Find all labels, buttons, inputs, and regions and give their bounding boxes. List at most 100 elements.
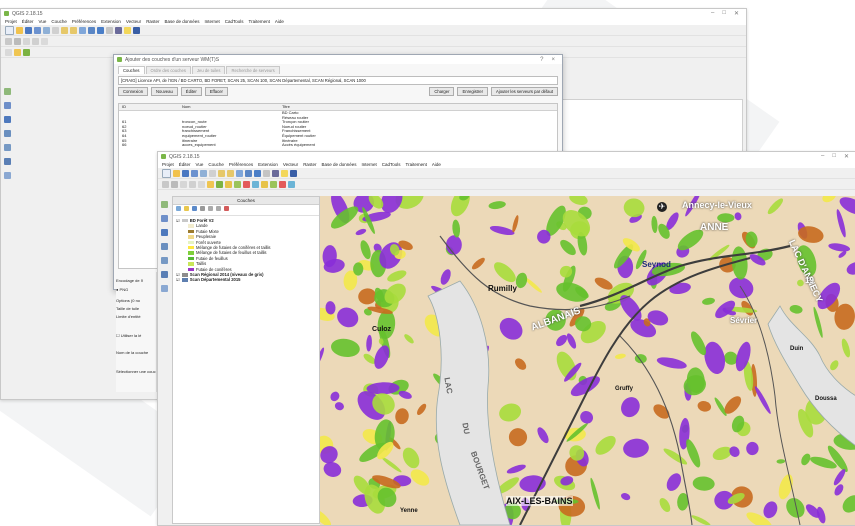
zoom-out-icon[interactable] bbox=[227, 169, 234, 177]
eye-icon[interactable] bbox=[192, 206, 197, 211]
label-tool-icon[interactable] bbox=[216, 180, 223, 188]
menu-preferences[interactable]: Préférences bbox=[229, 162, 253, 167]
add-vector-layer-icon[interactable] bbox=[3, 88, 11, 95]
menu-traitement[interactable]: Traitement bbox=[406, 162, 427, 167]
menu-aide[interactable]: Aide bbox=[275, 19, 284, 24]
zoom-full-icon[interactable] bbox=[236, 169, 243, 177]
add-postgis-icon[interactable] bbox=[160, 229, 168, 236]
open-project-icon[interactable] bbox=[16, 26, 23, 34]
tab-recherche-serveurs[interactable]: Recherche de serveurs bbox=[226, 66, 280, 74]
menu-projet[interactable]: Projet bbox=[162, 162, 174, 167]
cad-tool-icon[interactable] bbox=[243, 180, 250, 188]
new-button[interactable]: Nouveau bbox=[151, 87, 178, 96]
zoom-out-icon[interactable] bbox=[70, 26, 77, 34]
edit-save-icon[interactable] bbox=[171, 180, 178, 188]
label-icon[interactable] bbox=[14, 48, 21, 56]
delete-selected-icon[interactable] bbox=[41, 37, 48, 45]
table-row[interactable]: 66 acces_equipement Accès équipement bbox=[119, 143, 557, 148]
add-feature-icon[interactable] bbox=[23, 37, 30, 45]
menu-couche[interactable]: Couche bbox=[208, 162, 224, 167]
add-feature-icon[interactable] bbox=[180, 180, 187, 188]
edit-button[interactable]: Éditer bbox=[180, 87, 202, 96]
add-wfs-icon[interactable] bbox=[3, 172, 11, 179]
menu-base-de-donnees[interactable]: Base de données bbox=[321, 162, 356, 167]
cad-tool-icon[interactable] bbox=[252, 180, 259, 188]
menu-raster[interactable]: Raster bbox=[303, 162, 316, 167]
digitize-icon[interactable] bbox=[198, 180, 205, 188]
cad-tool-icon[interactable] bbox=[261, 180, 268, 188]
zoom-in-icon[interactable] bbox=[61, 26, 68, 34]
collapse-icon[interactable] bbox=[216, 206, 221, 211]
cad-tool-icon[interactable] bbox=[225, 180, 232, 188]
save-project-icon[interactable] bbox=[182, 169, 189, 177]
print-composer-icon[interactable] bbox=[43, 26, 50, 34]
add-wms-icon[interactable] bbox=[3, 158, 11, 165]
menu-editer[interactable]: Éditer bbox=[22, 19, 34, 24]
measure-icon[interactable] bbox=[106, 26, 113, 34]
open-project-icon[interactable] bbox=[173, 169, 180, 177]
help-book-icon[interactable] bbox=[290, 169, 297, 177]
menu-base-de-donnees[interactable]: Base de données bbox=[164, 19, 199, 24]
menu-aide[interactable]: Aide bbox=[432, 162, 441, 167]
dialog-close-button[interactable]: × bbox=[551, 57, 555, 63]
menu-vue[interactable]: Vue bbox=[39, 19, 47, 24]
save-as-icon[interactable] bbox=[191, 169, 198, 177]
add-raster-layer-icon[interactable] bbox=[160, 215, 168, 222]
menu-cadtools[interactable]: CadTools bbox=[382, 162, 401, 167]
add-postgis-icon[interactable] bbox=[3, 116, 11, 123]
print-composer-icon[interactable] bbox=[200, 169, 207, 177]
add-raster-layer-icon[interactable] bbox=[3, 102, 11, 109]
add-mssql-icon[interactable] bbox=[3, 144, 11, 151]
label-icon[interactable] bbox=[207, 180, 214, 188]
pan-icon[interactable] bbox=[209, 169, 216, 177]
remove-layer-icon[interactable] bbox=[224, 206, 229, 211]
menu-internet[interactable]: Internet bbox=[204, 19, 219, 24]
menu-editer[interactable]: Éditer bbox=[179, 162, 191, 167]
style-icon[interactable] bbox=[176, 206, 181, 211]
add-group-icon[interactable] bbox=[184, 206, 189, 211]
edit-save-icon[interactable] bbox=[14, 37, 21, 45]
layer-visibility-checkbox[interactable]: ☑ bbox=[176, 277, 180, 282]
cad-tool-icon[interactable] bbox=[279, 180, 286, 188]
save-as-icon[interactable] bbox=[34, 26, 41, 34]
edit-pencil-icon[interactable] bbox=[162, 180, 169, 188]
close-icon[interactable]: ✕ bbox=[734, 10, 739, 17]
save-project-icon[interactable] bbox=[25, 26, 32, 34]
add-wms-icon[interactable] bbox=[160, 271, 168, 278]
refresh-icon[interactable] bbox=[245, 169, 252, 177]
help-book-icon[interactable] bbox=[133, 26, 140, 34]
menu-preferences[interactable]: Préférences bbox=[72, 19, 96, 24]
cad-tool-icon[interactable] bbox=[270, 180, 277, 188]
menu-extension[interactable]: Extension bbox=[101, 19, 121, 24]
add-wfs-icon[interactable] bbox=[160, 285, 168, 292]
sum-icon[interactable] bbox=[272, 169, 279, 177]
col-nom[interactable]: Nom bbox=[182, 104, 282, 110]
layer-row[interactable]: ☑ Scan Départemental 2015 bbox=[176, 277, 316, 282]
edit-pencil-icon[interactable] bbox=[5, 37, 12, 45]
add-spatialite-icon[interactable] bbox=[160, 243, 168, 250]
zoom-full-icon[interactable] bbox=[79, 26, 86, 34]
help-button[interactable]: ? bbox=[540, 57, 543, 63]
connect-button[interactable]: Connexion bbox=[118, 87, 149, 96]
menu-cadtools[interactable]: CadTools bbox=[225, 19, 244, 24]
col-id[interactable]: ID bbox=[119, 104, 182, 110]
expand-icon[interactable] bbox=[208, 206, 213, 211]
tab-couches[interactable]: Couches bbox=[118, 66, 145, 74]
add-vector-layer-icon[interactable] bbox=[160, 201, 168, 208]
menu-raster[interactable]: Raster bbox=[146, 19, 159, 24]
map-canvas[interactable]: Annecy-le-Vieux ANNE Seynod Rumilly ALBA… bbox=[320, 196, 855, 525]
measure-icon[interactable] bbox=[263, 169, 270, 177]
tab-jeu-tuiles[interactable]: Jeu de tuiles bbox=[191, 66, 226, 74]
menu-internet[interactable]: Internet bbox=[361, 162, 376, 167]
minimize-icon[interactable]: – bbox=[711, 10, 714, 17]
tips-icon[interactable] bbox=[281, 169, 288, 177]
save-button[interactable]: Enregistrer bbox=[457, 87, 488, 96]
label-tool-icon[interactable] bbox=[23, 48, 30, 56]
menu-vecteur[interactable]: Vecteur bbox=[283, 162, 298, 167]
refresh-icon[interactable] bbox=[88, 26, 95, 34]
server-select[interactable]: [CRAIG] Licence API, de l'IGN / BD CARTO… bbox=[118, 76, 558, 85]
add-default-servers-button[interactable]: Ajouter les serveurs par défaut bbox=[490, 87, 558, 96]
delete-button[interactable]: Effacer bbox=[204, 87, 228, 96]
tips-icon[interactable] bbox=[124, 26, 131, 34]
layer-visibility-checkbox[interactable]: ☑ bbox=[176, 218, 180, 223]
